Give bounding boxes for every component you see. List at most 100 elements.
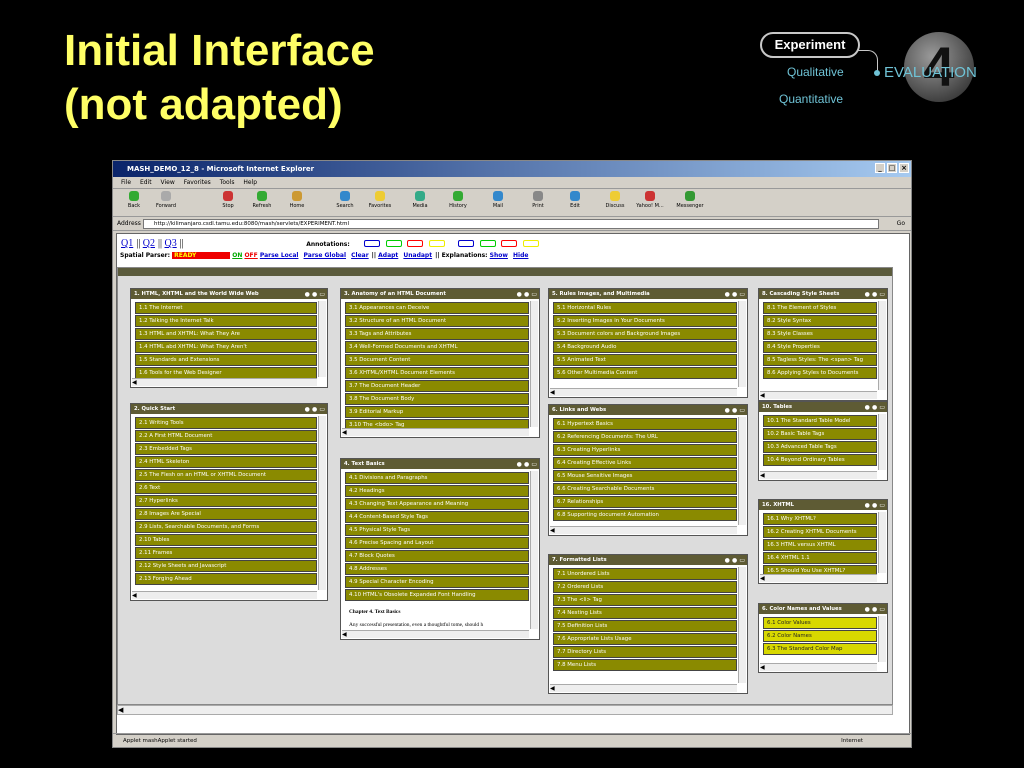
- section-item[interactable]: 6.1 Hypertext Basics: [553, 418, 737, 430]
- panel-title[interactable]: 2. Quick Start ● ● ▭: [131, 404, 327, 414]
- section-item[interactable]: 4.10 HTML's Obsolete Expanded Font Handl…: [345, 589, 529, 601]
- vertical-scrollbar[interactable]: [878, 512, 886, 573]
- chapter-panel[interactable]: 4. Text Basics ● ● ▭ 4.1 Divisions and Par…: [340, 458, 540, 640]
- menu-view[interactable]: View: [161, 179, 175, 186]
- vertical-scrollbar[interactable]: [738, 417, 746, 525]
- section-item[interactable]: 2.6 Text: [135, 482, 317, 494]
- section-item[interactable]: 5.4 Background Audio: [553, 341, 737, 353]
- menu-favorites[interactable]: Favorites: [184, 179, 211, 186]
- section-item[interactable]: 2.2 A First HTML Document: [135, 430, 317, 442]
- section-item[interactable]: 6.7 Relationships: [553, 496, 737, 508]
- panel-window-controls-icon[interactable]: ● ● ▭: [725, 556, 745, 565]
- toolbar-messengerbutton[interactable]: Messenger: [673, 191, 707, 209]
- section-item[interactable]: 8.3 Style Classes: [763, 328, 877, 340]
- chapter-panel[interactable]: 8. Cascading Style Sheets ● ● ▭ 8.1 The El…: [758, 288, 888, 401]
- toolbar-editbutton[interactable]: Edit: [558, 191, 592, 209]
- panel-title[interactable]: 8. Cascading Style Sheets ● ● ▭: [759, 289, 887, 299]
- chapter-panel[interactable]: 3. Anatomy of an HTML Document ● ● ▭ 3.1 A…: [340, 288, 540, 438]
- q2-link[interactable]: Q2: [143, 238, 155, 249]
- section-item[interactable]: 4.5 Physical Style Tags: [345, 524, 529, 536]
- section-item[interactable]: 7.8 Menu Lists: [553, 659, 737, 671]
- section-item[interactable]: 3.4 Well-Formed Documents and XHTML: [345, 341, 529, 353]
- section-item[interactable]: 6.1 Color Values: [763, 617, 877, 629]
- panel-title[interactable]: 16. XHTML ● ● ▭: [759, 500, 887, 510]
- panel-window-controls-icon[interactable]: ● ● ▭: [865, 290, 885, 299]
- chapter-panel[interactable]: 1. HTML, XHTML and the World Wide Web ● ●…: [130, 288, 328, 388]
- section-item[interactable]: 5.6 Other Multimedia Content: [553, 367, 737, 379]
- section-item[interactable]: 3.8 The Document Body: [345, 393, 529, 405]
- toolbar-printbutton[interactable]: Print: [521, 191, 555, 209]
- section-item[interactable]: 6.2 Color Names: [763, 630, 877, 642]
- go-button[interactable]: Go: [897, 217, 905, 231]
- panel-title[interactable]: 1. HTML, XHTML and the World Wide Web ● ●…: [131, 289, 327, 299]
- annotation-blue-pill-2[interactable]: [458, 240, 475, 248]
- section-item[interactable]: 8.5 Tagless Styles: The <span> Tag: [763, 354, 877, 366]
- section-item[interactable]: 3.1 Appearances can Deceive: [345, 302, 529, 314]
- menu-tools[interactable]: Tools: [220, 179, 235, 186]
- panel-title[interactable]: 6. Links and Webs ● ● ▭: [549, 405, 747, 415]
- section-item[interactable]: 6.2 Referencing Documents: The URL: [553, 431, 737, 443]
- section-item[interactable]: 6.3 The Standard Color Map: [763, 643, 877, 655]
- section-item[interactable]: 5.3 Document colors and Background Image…: [553, 328, 737, 340]
- section-item[interactable]: 1.2 Talking the Internet Talk: [135, 315, 317, 327]
- parse-local-link[interactable]: Parse Local: [260, 252, 299, 259]
- q1-link[interactable]: Q1: [121, 238, 133, 249]
- section-item[interactable]: 10.4 Beyond Ordinary Tables: [763, 454, 877, 466]
- panel-title[interactable]: 6. Color Names and Values ● ● ▭: [759, 604, 887, 614]
- annotation-yellow-pill-2[interactable]: [522, 240, 539, 248]
- section-item[interactable]: 2.5 The Flesh on an HTML or XHTML Docume…: [135, 469, 317, 481]
- section-item[interactable]: 16.1 Why XHTML?: [763, 513, 877, 525]
- section-item[interactable]: 4.3 Changing Text Appearance and Meaning: [345, 498, 529, 510]
- panel-window-controls-icon[interactable]: ● ● ▭: [865, 501, 885, 510]
- section-item[interactable]: 6.5 Mouse Sensitive Images: [553, 470, 737, 482]
- vertical-scrollbar[interactable]: [878, 301, 886, 390]
- section-item[interactable]: 10.2 Basic Table Tags: [763, 428, 877, 440]
- section-item[interactable]: 2.12 Style Sheets and Javascript: [135, 560, 317, 572]
- section-item[interactable]: 2.4 HTML Skeleton: [135, 456, 317, 468]
- panel-window-controls-icon[interactable]: ● ● ▭: [517, 290, 537, 299]
- section-item[interactable]: 4.6 Precise Spacing and Layout: [345, 537, 529, 549]
- section-item[interactable]: 4.7 Block Quotes: [345, 550, 529, 562]
- section-item[interactable]: 7.1 Unordered Lists: [553, 568, 737, 580]
- section-item[interactable]: 7.5 Definition Lists: [553, 620, 737, 632]
- maximize-icon[interactable]: □: [887, 163, 897, 173]
- panel-window-controls-icon[interactable]: ● ● ▭: [865, 403, 885, 412]
- toolbar-homebutton[interactable]: Home: [280, 191, 314, 209]
- off-link[interactable]: OFF: [244, 252, 257, 259]
- section-item[interactable]: 3.6 XHTML/XHTML Document Elements: [345, 367, 529, 379]
- section-item[interactable]: 3.2 Structure of an HTML Document: [345, 315, 529, 327]
- panel-horizontal-scrollbar[interactable]: ◀: [550, 684, 737, 692]
- panel-horizontal-scrollbar[interactable]: ◀: [760, 471, 877, 479]
- minimize-icon[interactable]: _: [875, 163, 885, 173]
- chapter-panel[interactable]: 6. Color Names and Values ● ● ▭ 6.1 Color …: [758, 603, 888, 673]
- annotation-red-pill-2[interactable]: [501, 240, 518, 248]
- section-item[interactable]: 2.11 Frames: [135, 547, 317, 559]
- annotation-red-pill[interactable]: [407, 240, 424, 248]
- panel-title[interactable]: 3. Anatomy of an HTML Document ● ● ▭: [341, 289, 539, 299]
- annotation-green-pill-2[interactable]: [479, 240, 496, 248]
- section-item[interactable]: 10.3 Advanced Table Tags: [763, 441, 877, 453]
- panel-horizontal-scrollbar[interactable]: ◀: [342, 428, 529, 436]
- q3-link[interactable]: Q3: [165, 238, 177, 249]
- section-item[interactable]: 16.3 HTML versus XHTML: [763, 539, 877, 551]
- chapter-panel[interactable]: 6. Links and Webs ● ● ▭ 6.1 Hypertext Basi…: [548, 404, 748, 536]
- vertical-scrollbar[interactable]: [318, 301, 326, 377]
- chapter-panel[interactable]: 10. Tables ● ● ▭ 10.1 The Standard Table M…: [758, 401, 888, 481]
- panel-window-controls-icon[interactable]: ● ● ▭: [517, 460, 537, 469]
- address-input[interactable]: http://kilimanjaro.csdl.tamu.edu:8080/ma…: [143, 219, 879, 229]
- section-item[interactable]: 3.5 Document Content: [345, 354, 529, 366]
- section-item[interactable]: 7.2 Ordered Lists: [553, 581, 737, 593]
- chapter-panel[interactable]: 2. Quick Start ● ● ▭ 2.1 Writing Tools 2.2 …: [130, 403, 328, 601]
- hide-link[interactable]: Hide: [513, 252, 528, 259]
- vertical-scrollbar[interactable]: [530, 471, 538, 629]
- section-item[interactable]: 8.4 Style Properties: [763, 341, 877, 353]
- annotation-yellow-pill[interactable]: [428, 240, 445, 248]
- section-item[interactable]: 5.1 Horizontal Rules: [553, 302, 737, 314]
- section-item[interactable]: 2.7 Hyperlinks: [135, 495, 317, 507]
- section-item[interactable]: 8.2 Style Syntax: [763, 315, 877, 327]
- parse-global-link[interactable]: Parse Global: [304, 252, 346, 259]
- section-item[interactable]: 4.1 Divisions and Paragraphs: [345, 472, 529, 484]
- panel-window-controls-icon[interactable]: ● ● ▭: [305, 405, 325, 414]
- section-item[interactable]: 2.10 Tables: [135, 534, 317, 546]
- on-link[interactable]: ON: [232, 252, 242, 259]
